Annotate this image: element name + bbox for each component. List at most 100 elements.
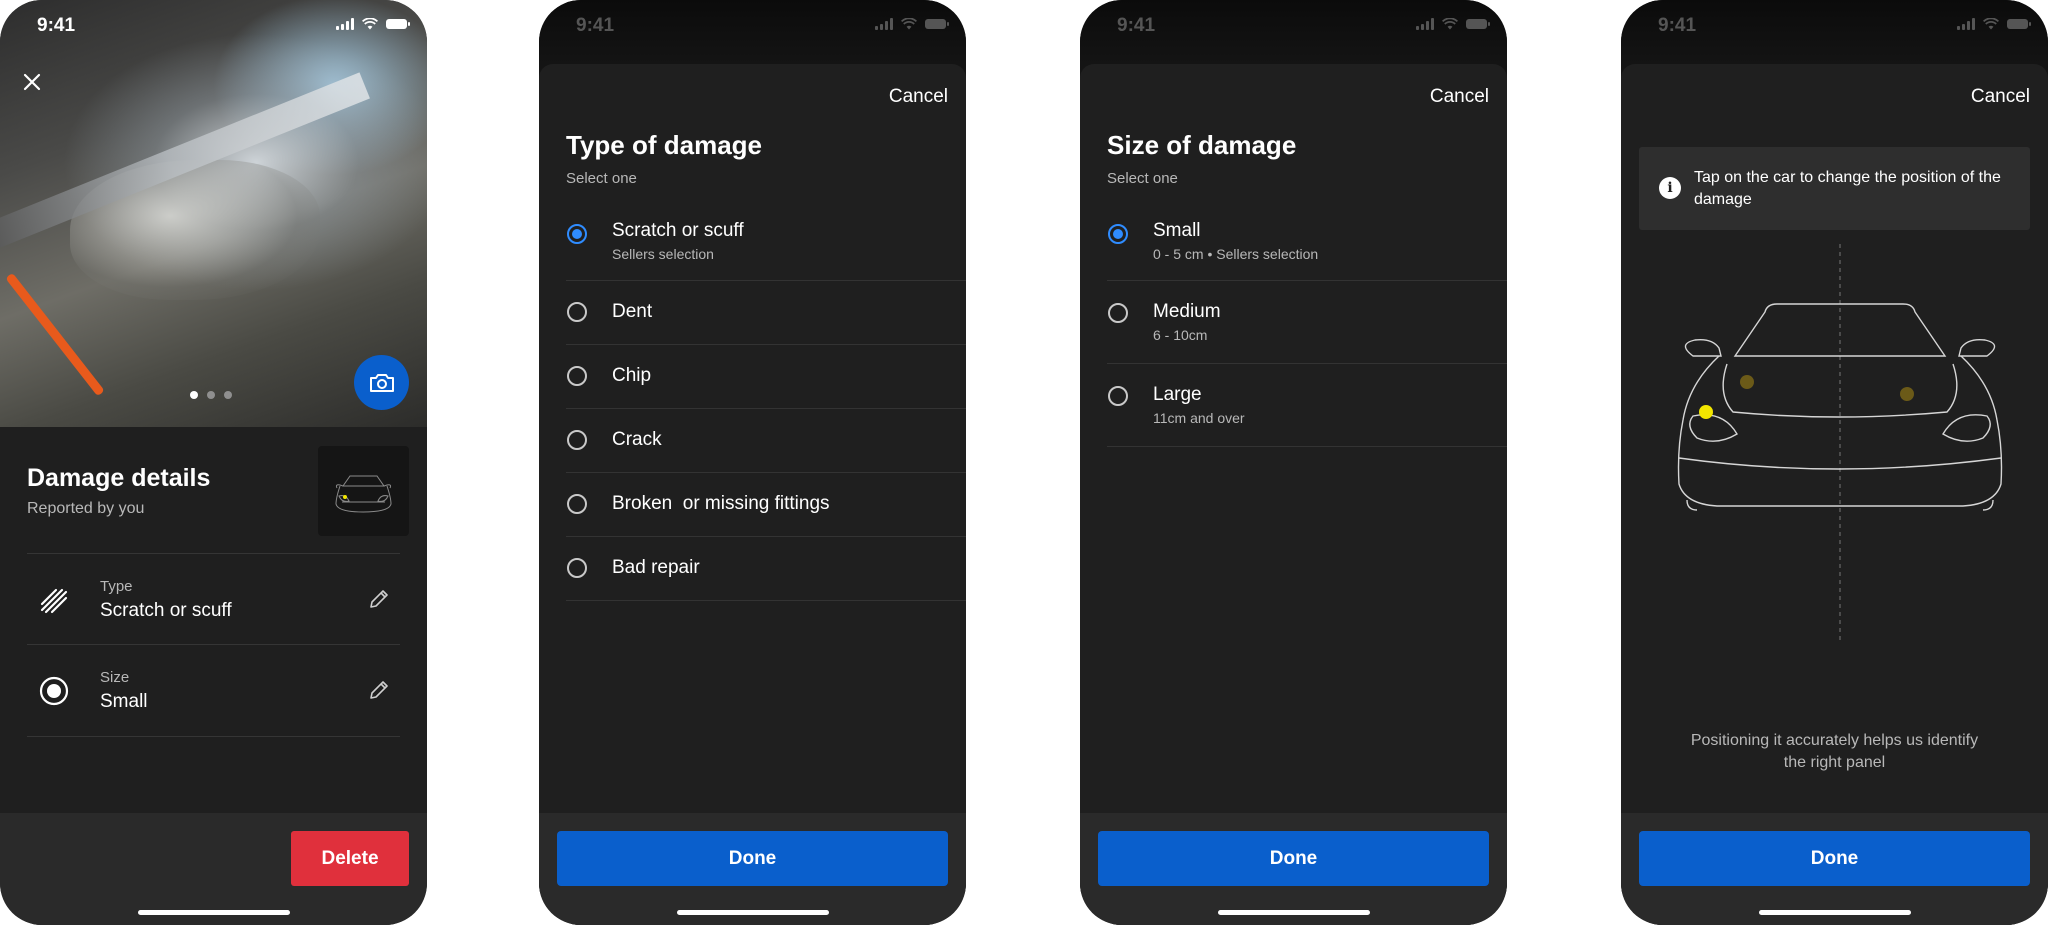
bottom-sheet: Cancel i Tap on the car to change the po… (1621, 64, 2048, 925)
home-indicator (1217, 910, 1370, 915)
option-chip[interactable]: Chip (566, 345, 966, 409)
status-bar: 9:41 (1080, 0, 1507, 52)
home-indicator (1758, 910, 1911, 915)
option-label: Large (1153, 384, 1202, 405)
pager-dot[interactable] (224, 391, 232, 399)
status-bar: 9:41 (539, 0, 966, 52)
status-bar: 9:41 (1621, 0, 2048, 52)
option-scratch-or-scuff[interactable]: Scratch or scuff Sellers selection (566, 202, 966, 281)
damage-details-screen: 9:41 Damage details Reported by you Type… (0, 0, 427, 925)
sheet-subtitle: Select one (1107, 170, 1178, 187)
status-time: 9:41 (576, 15, 615, 36)
radio-selected-icon[interactable] (1108, 224, 1128, 244)
orange-trim-shape (5, 272, 105, 397)
pager-dot[interactable] (190, 391, 198, 399)
divider (27, 736, 400, 737)
battery-icon (925, 19, 949, 29)
info-text: Tap on the car to change the position of… (1694, 169, 2001, 208)
helper-text: Positioning it accurately helps us ident… (1690, 732, 1979, 771)
done-button[interactable]: Done (1639, 831, 2030, 886)
cancel-button[interactable]: Cancel (1971, 86, 2030, 108)
battery-icon (2007, 19, 2031, 29)
home-indicator (137, 910, 290, 915)
car-outline-icon (335, 475, 392, 513)
scratch-icon (40, 588, 68, 614)
radio-icon[interactable] (1108, 303, 1128, 323)
status-time: 9:41 (37, 15, 76, 36)
footer-bar: Done (1621, 813, 2048, 925)
car-position-thumbnail[interactable] (318, 446, 409, 536)
option-label: Broken or missing fittings (612, 493, 830, 514)
type-value: Scratch or scuff (100, 600, 232, 621)
option-sublabel: 0 - 5 cm • Sellers selection (1153, 246, 1319, 262)
option-label: Dent (612, 301, 653, 322)
size-label: Size (100, 669, 130, 686)
footer-bar: Done (1080, 813, 1507, 925)
option-broken-or-missing-fittings[interactable]: Broken or missing fittings (566, 473, 966, 537)
option-bad-repair[interactable]: Bad repair (566, 537, 966, 601)
reported-by-text: Reported by you (27, 500, 145, 517)
option-label: Small (1153, 220, 1201, 241)
wifi-icon (901, 18, 917, 30)
option-label: Medium (1153, 301, 1221, 322)
status-bar: 9:41 (0, 0, 427, 52)
option-sublabel: 6 - 10cm (1153, 327, 1208, 343)
sheet-title: Size of damage (1107, 130, 1297, 160)
wifi-icon (362, 18, 378, 30)
type-of-damage-screen: 9:41 Cancel Type of damage Select one Sc… (539, 0, 966, 925)
option-small[interactable]: Small 0 - 5 cm • Sellers selection (1107, 202, 1507, 281)
type-label: Type (100, 578, 133, 595)
size-value: Small (100, 691, 148, 712)
page-title: Damage details (27, 464, 211, 492)
sheet-title: Type of damage (566, 130, 763, 160)
battery-icon (1466, 19, 1490, 29)
info-banner: i Tap on the car to change the position … (1639, 147, 2030, 230)
home-indicator (676, 910, 829, 915)
option-medium[interactable]: Medium 6 - 10cm (1107, 281, 1507, 364)
bottom-sheet: Cancel Type of damage Select one Scratch… (539, 64, 966, 925)
photo-pager[interactable] (190, 391, 232, 399)
radio-icon[interactable] (567, 366, 587, 386)
add-photo-button[interactable] (354, 355, 409, 410)
status-time: 9:41 (1658, 15, 1697, 36)
footer-bar: Done (539, 813, 966, 925)
size-icon (39, 676, 69, 706)
option-label: Bad repair (612, 557, 700, 578)
cancel-button[interactable]: Cancel (889, 86, 948, 108)
radio-icon[interactable] (567, 494, 587, 514)
bottom-sheet: Cancel Size of damage Select one Small 0… (1080, 64, 1507, 925)
cancel-button[interactable]: Cancel (1430, 86, 1489, 108)
cellular-signal-icon (875, 18, 893, 30)
delete-button[interactable]: Delete (291, 831, 409, 886)
wifi-icon (1442, 18, 1458, 30)
option-label: Scratch or scuff (612, 220, 744, 241)
radio-icon[interactable] (567, 430, 587, 450)
cellular-signal-icon (1957, 18, 1975, 30)
radio-icon[interactable] (567, 302, 587, 322)
damage-size-row[interactable]: Size Small (27, 644, 400, 735)
option-sublabel: 11cm and over (1153, 410, 1245, 426)
close-icon[interactable] (22, 72, 42, 92)
option-label: Chip (612, 365, 652, 386)
cellular-signal-icon (336, 18, 354, 30)
radio-icon[interactable] (1108, 386, 1128, 406)
edit-pencil-icon[interactable] (368, 679, 390, 701)
option-sublabel: Sellers selection (612, 246, 714, 262)
option-label: Crack (612, 429, 662, 450)
damage-size-options: Small 0 - 5 cm • Sellers selection Mediu… (1107, 202, 1507, 447)
option-large[interactable]: Large 11cm and over (1107, 364, 1507, 447)
wifi-icon (1983, 18, 1999, 30)
car-front-diagram[interactable] (1657, 244, 2017, 644)
damage-position-screen: 9:41 Cancel i Tap on the car to change t… (1621, 0, 2048, 925)
option-dent[interactable]: Dent (566, 281, 966, 345)
done-button[interactable]: Done (557, 831, 948, 886)
edit-pencil-icon[interactable] (368, 588, 390, 610)
camera-icon (369, 373, 394, 392)
option-crack[interactable]: Crack (566, 409, 966, 473)
damage-type-row[interactable]: Type Scratch or scuff (27, 553, 400, 644)
cellular-signal-icon (1416, 18, 1434, 30)
done-button[interactable]: Done (1098, 831, 1489, 886)
pager-dot[interactable] (207, 391, 215, 399)
radio-icon[interactable] (567, 558, 587, 578)
radio-selected-icon[interactable] (567, 224, 587, 244)
